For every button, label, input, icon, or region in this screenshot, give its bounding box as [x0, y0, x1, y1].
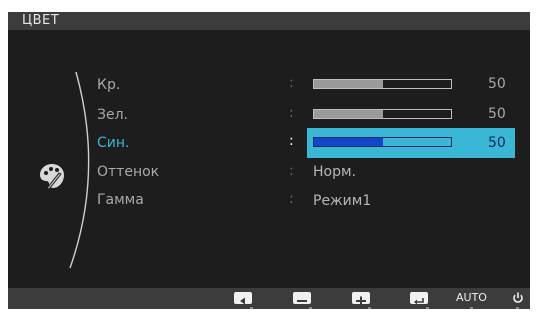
menu-item-red[interactable]: Кр.	[97, 76, 120, 94]
power-icon	[513, 292, 523, 303]
separator: :	[289, 163, 294, 179]
menu-item-gamma[interactable]: Гамма	[97, 191, 144, 209]
button-tick	[309, 307, 312, 309]
selected-row-highlight[interactable]: 50	[307, 128, 515, 158]
button-tick	[516, 307, 519, 309]
menu-arc-decoration	[69, 72, 90, 269]
left-arrow-icon	[234, 292, 252, 305]
plus-icon	[352, 292, 370, 306]
menu-title: ЦВЕТ	[22, 13, 60, 28]
bottom-button-bar: AUTO	[8, 288, 530, 309]
auto-label: AUTO	[456, 291, 487, 304]
red-slider-fill	[314, 80, 383, 88]
green-slider[interactable]	[313, 109, 452, 119]
minus-icon	[293, 292, 311, 304]
button-tick	[470, 307, 473, 309]
plus-button[interactable]	[352, 292, 370, 306]
left-arrow-button[interactable]	[234, 292, 252, 305]
blue-slider[interactable]	[313, 137, 452, 147]
separator: :	[289, 133, 294, 149]
button-tick	[426, 307, 429, 309]
separator: :	[289, 191, 294, 207]
button-tick	[250, 307, 253, 309]
blue-slider-fill	[314, 138, 383, 146]
red-slider[interactable]	[313, 79, 452, 89]
menu-item-green[interactable]: Зел.	[97, 106, 128, 124]
osd-window: ЦВЕТ Кр. : 50 Зел. : 50 Син. : 50 Оттено…	[8, 12, 530, 309]
enter-icon	[410, 292, 428, 305]
blue-value: 50	[488, 135, 506, 151]
gamma-value: Режим1	[313, 193, 372, 209]
tint-value: Норм.	[313, 164, 356, 180]
auto-button[interactable]: AUTO	[456, 292, 487, 304]
green-slider-fill	[314, 110, 383, 118]
color-palette-icon	[40, 164, 64, 192]
minus-button[interactable]	[293, 292, 311, 304]
green-value: 50	[488, 106, 506, 122]
separator: :	[289, 105, 294, 121]
menu-item-tint[interactable]: Оттенок	[97, 163, 159, 181]
enter-button[interactable]	[410, 292, 428, 305]
menu-item-blue[interactable]: Син.	[97, 134, 129, 152]
button-tick	[368, 307, 371, 309]
title-bar: ЦВЕТ	[8, 12, 530, 30]
separator: :	[289, 75, 294, 91]
red-value: 50	[488, 76, 506, 92]
power-button[interactable]	[512, 292, 524, 304]
